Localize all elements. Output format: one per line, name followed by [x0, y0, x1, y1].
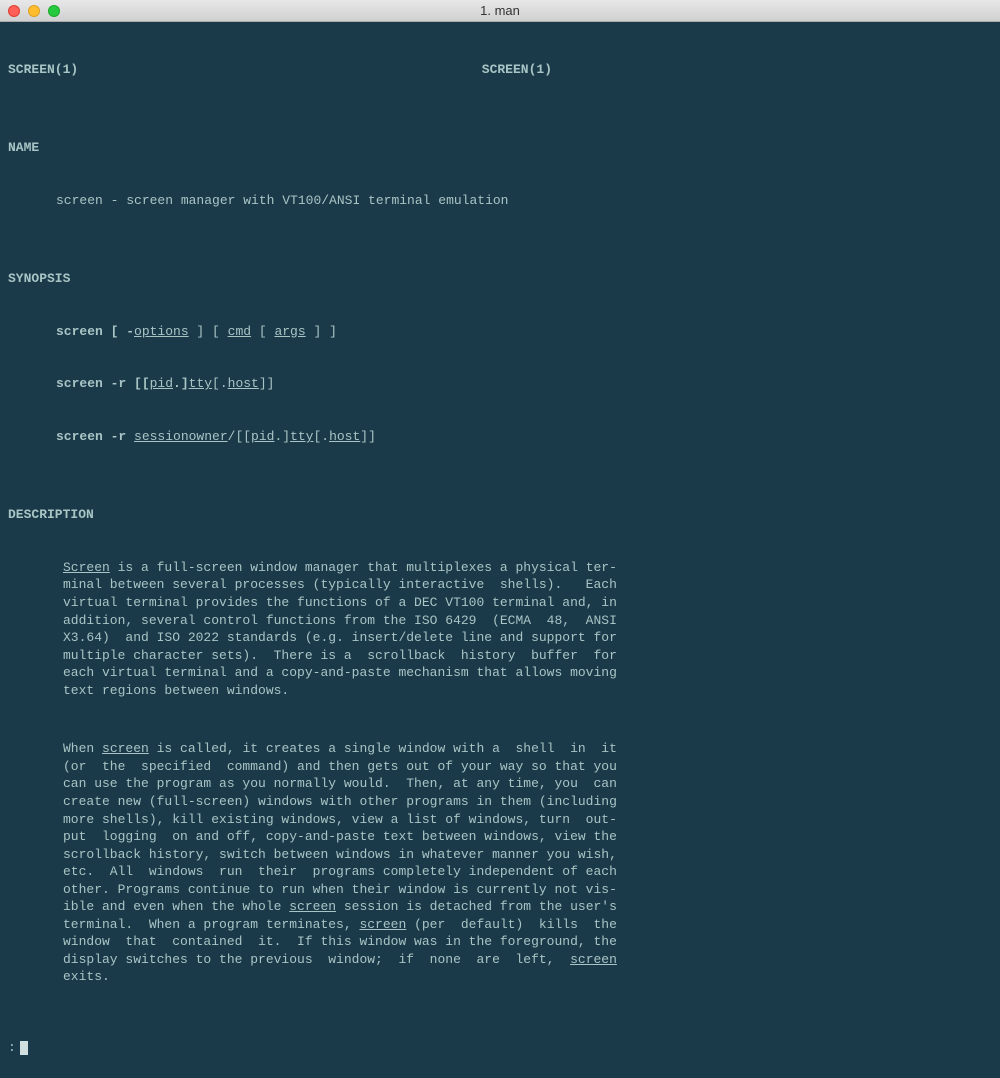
pager-prompt[interactable]: : — [8, 1039, 992, 1057]
window-titlebar: 1. man — [0, 0, 1000, 22]
zoom-button[interactable] — [48, 5, 60, 17]
traffic-lights — [8, 5, 60, 17]
terminal-viewport[interactable]: SCREEN(1) SCREEN(1) NAME screen - screen… — [0, 22, 1000, 1078]
section-description: DESCRIPTION — [8, 506, 992, 524]
description-para-1: Screen is a full-screen window manager t… — [8, 559, 992, 699]
section-name: NAME — [8, 139, 992, 157]
window-title: 1. man — [8, 3, 992, 18]
section-synopsis: SYNOPSIS — [8, 270, 992, 288]
synopsis-line-1: screen [ -options ] [ cmd [ args ] ] — [8, 323, 992, 341]
man-header-left: SCREEN(1) — [8, 61, 78, 79]
close-button[interactable] — [8, 5, 20, 17]
man-header-right: SCREEN(1) — [482, 61, 992, 79]
cursor — [20, 1041, 28, 1055]
synopsis-line-3: screen -r sessionowner/[[pid.]tty[.host]… — [8, 428, 992, 446]
synopsis-line-2: screen -r [[pid.]tty[.host]] — [8, 375, 992, 393]
description-para-2: When screen is called, it creates a sing… — [8, 740, 992, 986]
name-line: screen - screen manager with VT100/ANSI … — [8, 192, 992, 210]
man-header: SCREEN(1) SCREEN(1) — [8, 61, 992, 79]
minimize-button[interactable] — [28, 5, 40, 17]
